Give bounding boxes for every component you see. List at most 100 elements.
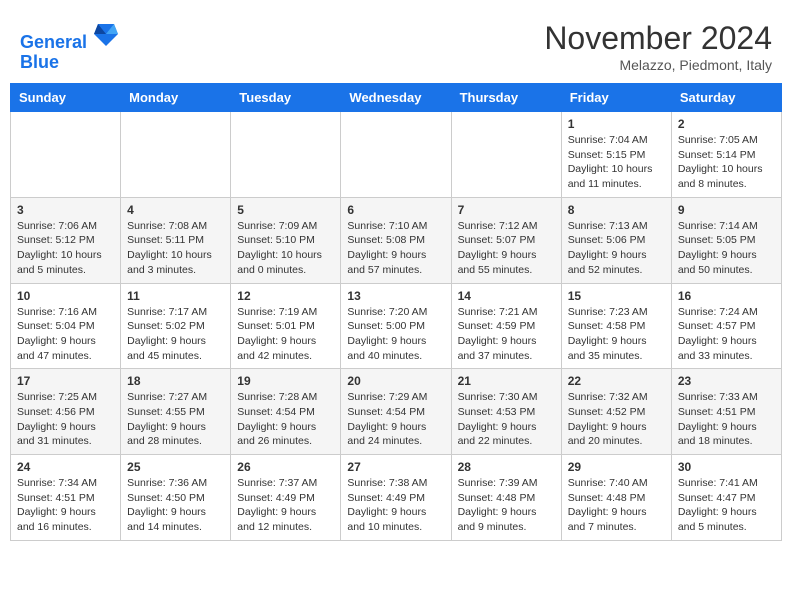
calendar-cell: 22 Sunrise: 7:32 AMSunset: 4:52 PMDayligh…	[561, 369, 671, 455]
day-number: 9	[678, 203, 775, 217]
day-info: Sunrise: 7:05 AMSunset: 5:14 PMDaylight:…	[678, 133, 775, 192]
day-number: 29	[568, 460, 665, 474]
calendar-cell: 24 Sunrise: 7:34 AMSunset: 4:51 PMDayligh…	[11, 455, 121, 541]
calendar-cell: 9 Sunrise: 7:14 AMSunset: 5:05 PMDaylight…	[671, 197, 781, 283]
day-info: Sunrise: 7:32 AMSunset: 4:52 PMDaylight:…	[568, 390, 665, 449]
calendar-cell: 18 Sunrise: 7:27 AMSunset: 4:55 PMDayligh…	[121, 369, 231, 455]
day-number: 13	[347, 289, 444, 303]
calendar-cell: 12Sunrise: 7:19 AMSunset: 5:01 PMDayligh…	[231, 283, 341, 369]
day-info: Sunrise: 7:30 AMSunset: 4:53 PMDaylight:…	[458, 390, 555, 449]
day-number: 30	[678, 460, 775, 474]
day-number: 21	[458, 374, 555, 388]
calendar-cell: 5 Sunrise: 7:09 AMSunset: 5:10 PMDaylight…	[231, 197, 341, 283]
day-number: 19	[237, 374, 334, 388]
calendar-table: SundayMondayTuesdayWednesdayThursdayFrid…	[10, 83, 782, 541]
day-info: Sunrise: 7:08 AMSunset: 5:11 PMDaylight:…	[127, 219, 224, 278]
weekday-header: Saturday	[671, 84, 781, 112]
day-number: 7	[458, 203, 555, 217]
calendar-cell: 17 Sunrise: 7:25 AMSunset: 4:56 PMDayligh…	[11, 369, 121, 455]
day-info: Sunrise: 7:17 AMSunset: 5:02 PMDaylight:…	[127, 305, 224, 364]
title-block: November 2024 Melazzo, Piedmont, Italy	[544, 20, 772, 73]
day-info: Sunrise: 7:29 AMSunset: 4:54 PMDaylight:…	[347, 390, 444, 449]
day-number: 11	[127, 289, 224, 303]
day-number: 20	[347, 374, 444, 388]
day-number: 15	[568, 289, 665, 303]
day-info: Sunrise: 7:33 AMSunset: 4:51 PMDaylight:…	[678, 390, 775, 449]
day-info: Sunrise: 7:13 AMSunset: 5:06 PMDaylight:…	[568, 219, 665, 278]
day-info: Sunrise: 7:38 AMSunset: 4:49 PMDaylight:…	[347, 476, 444, 535]
calendar-cell: 25 Sunrise: 7:36 AMSunset: 4:50 PMDayligh…	[121, 455, 231, 541]
day-number: 10	[17, 289, 114, 303]
day-info: Sunrise: 7:37 AMSunset: 4:49 PMDaylight:…	[237, 476, 334, 535]
day-number: 22	[568, 374, 665, 388]
page-header: General Blue November 2024 Melazzo, Pied…	[10, 10, 782, 78]
calendar-cell	[451, 112, 561, 198]
calendar-cell: 15 Sunrise: 7:23 AMSunset: 4:58 PMDayligh…	[561, 283, 671, 369]
calendar-cell: 6 Sunrise: 7:10 AMSunset: 5:08 PMDaylight…	[341, 197, 451, 283]
calendar-cell	[341, 112, 451, 198]
calendar-cell: 29 Sunrise: 7:40 AMSunset: 4:48 PMDayligh…	[561, 455, 671, 541]
calendar-cell: 14Sunrise: 7:21 AMSunset: 4:59 PMDayligh…	[451, 283, 561, 369]
day-info: Sunrise: 7:23 AMSunset: 4:58 PMDaylight:…	[568, 305, 665, 364]
day-info: Sunrise: 7:20 AMSunset: 5:00 PMDaylight:…	[347, 305, 444, 364]
weekday-header: Friday	[561, 84, 671, 112]
day-number: 16	[678, 289, 775, 303]
calendar-cell: 3Sunrise: 7:06 AMSunset: 5:12 PMDaylight…	[11, 197, 121, 283]
calendar-cell: 30 Sunrise: 7:41 AMSunset: 4:47 PMDayligh…	[671, 455, 781, 541]
calendar-week-row: 10 Sunrise: 7:16 AMSunset: 5:04 PMDayligh…	[11, 283, 782, 369]
calendar-cell: 27 Sunrise: 7:38 AMSunset: 4:49 PMDayligh…	[341, 455, 451, 541]
calendar-cell: 4 Sunrise: 7:08 AMSunset: 5:11 PMDaylight…	[121, 197, 231, 283]
weekday-header-row: SundayMondayTuesdayWednesdayThursdayFrid…	[11, 84, 782, 112]
weekday-header: Tuesday	[231, 84, 341, 112]
day-number: 1	[568, 117, 665, 131]
calendar-cell	[121, 112, 231, 198]
day-info: Sunrise: 7:27 AMSunset: 4:55 PMDaylight:…	[127, 390, 224, 449]
weekday-header: Wednesday	[341, 84, 451, 112]
day-number: 26	[237, 460, 334, 474]
calendar-week-row: 3Sunrise: 7:06 AMSunset: 5:12 PMDaylight…	[11, 197, 782, 283]
day-info: Sunrise: 7:36 AMSunset: 4:50 PMDaylight:…	[127, 476, 224, 535]
day-info: Sunrise: 7:40 AMSunset: 4:48 PMDaylight:…	[568, 476, 665, 535]
day-number: 6	[347, 203, 444, 217]
calendar-cell: 20 Sunrise: 7:29 AMSunset: 4:54 PMDayligh…	[341, 369, 451, 455]
day-info: Sunrise: 7:28 AMSunset: 4:54 PMDaylight:…	[237, 390, 334, 449]
day-number: 8	[568, 203, 665, 217]
day-info: Sunrise: 7:16 AMSunset: 5:04 PMDaylight:…	[17, 305, 114, 364]
day-info: Sunrise: 7:09 AMSunset: 5:10 PMDaylight:…	[237, 219, 334, 278]
logo-text: General	[20, 20, 118, 53]
calendar-cell: 7 Sunrise: 7:12 AMSunset: 5:07 PMDaylight…	[451, 197, 561, 283]
day-info: Sunrise: 7:41 AMSunset: 4:47 PMDaylight:…	[678, 476, 775, 535]
day-number: 18	[127, 374, 224, 388]
calendar-cell: 21 Sunrise: 7:30 AMSunset: 4:53 PMDayligh…	[451, 369, 561, 455]
calendar-cell: 19 Sunrise: 7:28 AMSunset: 4:54 PMDayligh…	[231, 369, 341, 455]
day-info: Sunrise: 7:21 AMSunset: 4:59 PMDaylight:…	[458, 305, 555, 364]
day-info: Sunrise: 7:14 AMSunset: 5:05 PMDaylight:…	[678, 219, 775, 278]
day-info: Sunrise: 7:19 AMSunset: 5:01 PMDaylight:…	[237, 305, 334, 364]
day-info: Sunrise: 7:12 AMSunset: 5:07 PMDaylight:…	[458, 219, 555, 278]
calendar-cell: 28Sunrise: 7:39 AMSunset: 4:48 PMDayligh…	[451, 455, 561, 541]
location: Melazzo, Piedmont, Italy	[544, 57, 772, 73]
calendar-cell: 8 Sunrise: 7:13 AMSunset: 5:06 PMDaylight…	[561, 197, 671, 283]
day-number: 5	[237, 203, 334, 217]
day-number: 4	[127, 203, 224, 217]
weekday-header: Monday	[121, 84, 231, 112]
logo: General Blue	[20, 20, 118, 73]
calendar-cell	[11, 112, 121, 198]
day-number: 25	[127, 460, 224, 474]
calendar-cell: 13 Sunrise: 7:20 AMSunset: 5:00 PMDayligh…	[341, 283, 451, 369]
day-number: 27	[347, 460, 444, 474]
weekday-header: Thursday	[451, 84, 561, 112]
calendar-cell: 26 Sunrise: 7:37 AMSunset: 4:49 PMDayligh…	[231, 455, 341, 541]
calendar-cell: 16Sunrise: 7:24 AMSunset: 4:57 PMDayligh…	[671, 283, 781, 369]
calendar-cell: 23 Sunrise: 7:33 AMSunset: 4:51 PMDayligh…	[671, 369, 781, 455]
weekday-header: Sunday	[11, 84, 121, 112]
day-number: 17	[17, 374, 114, 388]
day-number: 23	[678, 374, 775, 388]
day-info: Sunrise: 7:06 AMSunset: 5:12 PMDaylight:…	[17, 219, 114, 278]
logo-icon	[94, 20, 118, 48]
day-number: 24	[17, 460, 114, 474]
calendar-cell: 11 Sunrise: 7:17 AMSunset: 5:02 PMDayligh…	[121, 283, 231, 369]
day-info: Sunrise: 7:25 AMSunset: 4:56 PMDaylight:…	[17, 390, 114, 449]
day-info: Sunrise: 7:34 AMSunset: 4:51 PMDaylight:…	[17, 476, 114, 535]
day-info: Sunrise: 7:10 AMSunset: 5:08 PMDaylight:…	[347, 219, 444, 278]
